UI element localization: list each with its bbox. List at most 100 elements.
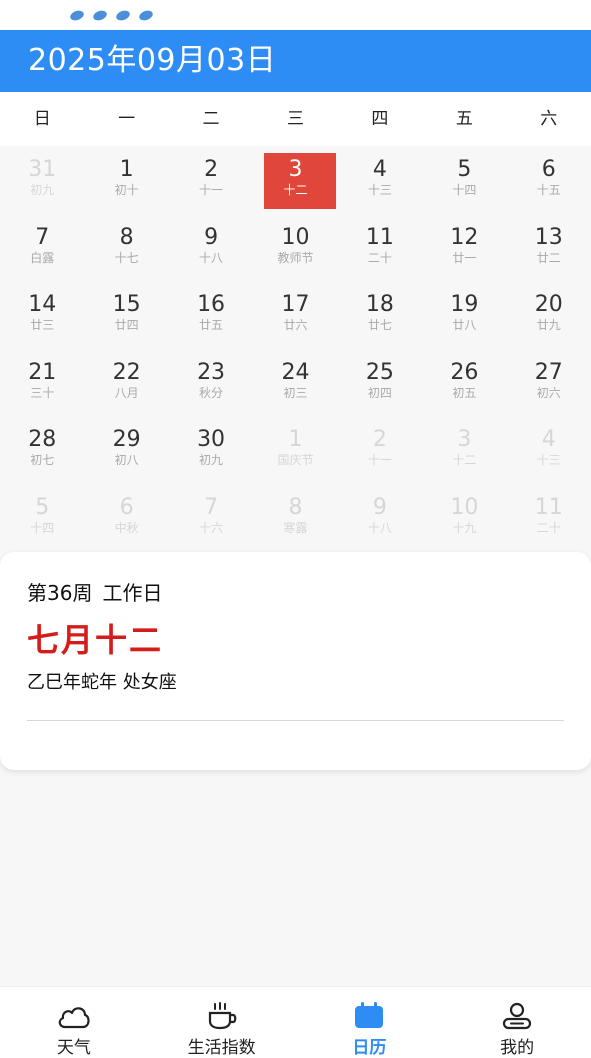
lunar-day: 初七 bbox=[30, 453, 55, 467]
calendar-day[interactable]: 2 十一 bbox=[338, 416, 422, 484]
lunar-day: 寒露 bbox=[283, 520, 308, 535]
lunar-day: 廿三 bbox=[30, 318, 55, 332]
status-dot-icon bbox=[137, 8, 155, 23]
day-number: 21 bbox=[28, 359, 57, 385]
lunar-day: 十八 bbox=[367, 520, 392, 535]
status-icons bbox=[68, 8, 155, 23]
calendar-day[interactable]: 13 廿二 bbox=[507, 214, 591, 282]
calendar-day[interactable]: 21 三十 bbox=[0, 349, 84, 417]
day-number: 5 bbox=[35, 494, 50, 520]
day-number: 20 bbox=[534, 292, 563, 317]
calendar-day[interactable]: 16 廿五 bbox=[169, 281, 253, 349]
status-dot-icon bbox=[68, 8, 86, 23]
day-number: 29 bbox=[112, 427, 141, 452]
day-number: 25 bbox=[365, 359, 394, 385]
lunar-day: 十二 bbox=[283, 183, 308, 197]
calendar-day[interactable]: 9 十八 bbox=[169, 214, 253, 282]
calendar-day[interactable]: 15 廿四 bbox=[84, 281, 168, 349]
calendar-day[interactable]: 24 初三 bbox=[253, 349, 337, 417]
calendar-day[interactable]: 7 白露 bbox=[0, 214, 84, 282]
weekday-label: 五 bbox=[455, 109, 473, 129]
lunar-day: 秋分 bbox=[199, 385, 224, 400]
day-number: 6 bbox=[119, 494, 134, 520]
day-number: 14 bbox=[28, 292, 57, 317]
calendar-day[interactable]: 22 八月 bbox=[84, 349, 168, 417]
nav-life-index[interactable]: 生活指数 bbox=[148, 987, 296, 1058]
calendar-day[interactable]: 4 十三 bbox=[338, 146, 422, 214]
lunar-day: 十四 bbox=[30, 520, 55, 535]
calendar-day[interactable]: 11 二十 bbox=[507, 484, 591, 552]
calendar-day[interactable]: 8 十七 bbox=[84, 214, 168, 282]
calendar-day[interactable]: 18 廿七 bbox=[338, 281, 422, 349]
calendar-day-selected[interactable]: 3 十二 bbox=[253, 146, 337, 214]
day-number: 4 bbox=[372, 157, 387, 182]
calendar-day[interactable]: 27 初六 bbox=[507, 349, 591, 417]
lunar-day: 三十 bbox=[30, 385, 55, 400]
calendar-day[interactable]: 10 十九 bbox=[422, 484, 506, 552]
calendar-day[interactable]: 6 十五 bbox=[507, 146, 591, 214]
calendar-icon bbox=[355, 1002, 384, 1028]
week-info: 第36周 工作日 bbox=[27, 580, 564, 606]
day-number: 4 bbox=[541, 427, 556, 452]
calendar-day[interactable]: 1 国庆节 bbox=[253, 416, 337, 484]
day-number: 1 bbox=[119, 157, 134, 182]
calendar-day[interactable]: 28 初七 bbox=[0, 416, 84, 484]
nav-weather[interactable]: 天气 bbox=[0, 987, 148, 1058]
lunar-day: 初十 bbox=[114, 183, 139, 197]
lunar-day: 廿五 bbox=[199, 318, 224, 332]
calendar-day[interactable]: 3 十二 bbox=[422, 416, 506, 484]
calendar-day[interactable]: 14 廿三 bbox=[0, 281, 84, 349]
calendar-day[interactable]: 26 初五 bbox=[422, 349, 506, 417]
lunar-day: 初五 bbox=[452, 385, 477, 400]
calendar-day[interactable]: 31 初九 bbox=[0, 146, 84, 214]
day-number: 5 bbox=[457, 157, 472, 182]
status-bar bbox=[0, 0, 591, 30]
nav-weather-label: 天气 bbox=[56, 1038, 91, 1058]
calendar-day[interactable]: 5 十四 bbox=[0, 484, 84, 552]
calendar-day[interactable]: 19 廿八 bbox=[422, 281, 506, 349]
day-number: 8 bbox=[288, 494, 303, 520]
ganzhi-zodiac: 乙巳年蛇年 处女座 bbox=[27, 672, 177, 693]
calendar-day[interactable]: 29 初八 bbox=[84, 416, 168, 484]
nav-mine[interactable]: 我的 bbox=[443, 987, 591, 1058]
calendar-day[interactable]: 30 初九 bbox=[169, 416, 253, 484]
calendar-day[interactable]: 20 廿九 bbox=[507, 281, 591, 349]
calendar-day[interactable]: 1 初十 bbox=[84, 146, 168, 214]
lunar-day: 十六 bbox=[199, 520, 224, 535]
lunar-day: 廿六 bbox=[283, 318, 308, 332]
calendar-day[interactable]: 17 廿六 bbox=[253, 281, 337, 349]
calendar-day[interactable]: 5 十四 bbox=[422, 146, 506, 214]
lunar-day: 廿七 bbox=[367, 318, 392, 332]
calendar-day[interactable]: 6 中秋 bbox=[84, 484, 168, 552]
calendar-day[interactable]: 23 秋分 bbox=[169, 349, 253, 417]
calendar-day[interactable]: 2 十一 bbox=[169, 146, 253, 214]
calendar-day[interactable]: 11 二十 bbox=[338, 214, 422, 282]
day-number: 23 bbox=[197, 359, 226, 385]
lunar-day: 廿四 bbox=[114, 318, 139, 332]
lunar-day: 教师节 bbox=[277, 250, 314, 265]
calendar-day[interactable]: 9 十八 bbox=[338, 484, 422, 552]
calendar-day[interactable]: 10 教师节 bbox=[253, 214, 337, 282]
calendar-day[interactable]: 12 廿一 bbox=[422, 214, 506, 282]
day-number: 9 bbox=[204, 224, 219, 250]
day-number: 3 bbox=[457, 427, 472, 452]
calendar-grid: 31 初九 1 初十 2 十一 3 十二 4 十三 5 十四 6 十五 7 白露 8 十七 9 十八 10 教师节 11 二十… bbox=[0, 146, 591, 551]
day-number: 11 bbox=[365, 224, 394, 250]
calendar-day[interactable]: 25 初四 bbox=[338, 349, 422, 417]
day-number: 19 bbox=[450, 292, 479, 317]
nav-calendar[interactable]: 日历 bbox=[296, 987, 444, 1058]
day-number: 2 bbox=[372, 427, 387, 452]
calendar-day[interactable]: 8 寒露 bbox=[253, 484, 337, 552]
lunar-day: 十三 bbox=[536, 453, 561, 467]
day-number: 7 bbox=[35, 224, 50, 250]
lunar-day: 廿一 bbox=[452, 250, 477, 265]
weekday-header: 日 一 二 三 四 五 六 bbox=[0, 92, 591, 146]
nav-life-index-label: 生活指数 bbox=[187, 1038, 256, 1058]
calendar-day[interactable]: 7 十六 bbox=[169, 484, 253, 552]
cloud-icon bbox=[58, 1007, 90, 1029]
lunar-day: 十一 bbox=[199, 183, 224, 197]
lunar-day: 十三 bbox=[367, 183, 392, 197]
calendar-day[interactable]: 4 十三 bbox=[507, 416, 591, 484]
lunar-day: 初三 bbox=[283, 385, 308, 400]
weekday-label: 二 bbox=[202, 109, 220, 129]
